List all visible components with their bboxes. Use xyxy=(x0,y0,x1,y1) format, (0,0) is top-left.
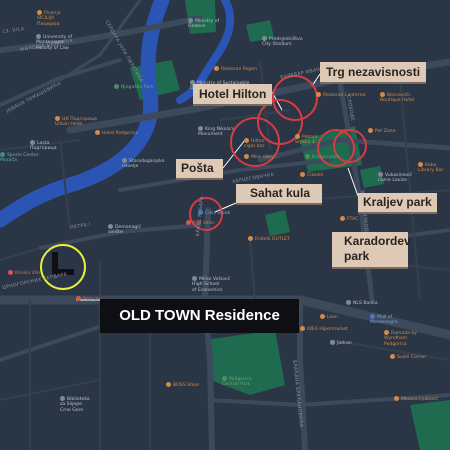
poi-label: Red con xyxy=(83,297,102,302)
poi-hotel-podgorica[interactable]: Hotel Podgorica xyxy=(95,130,138,136)
map-canvas[interactable]: 13. JULA МИЛОША ОБИЛИЋА ЈОВАНА ТОМАШЕВИЋ… xyxy=(0,0,450,450)
poi-kraljev-park[interactable]: Kraljev park xyxy=(305,154,340,160)
poi-restoran-pogon[interactable]: Restoran Pogon xyxy=(214,66,257,72)
poi-miss-ebby[interactable]: Miss ebby xyxy=(244,154,274,160)
poi-label: Predsjedništvo City Stadium xyxy=(262,37,303,48)
poi-citadel[interactable]: Citadel xyxy=(300,172,323,178)
poi-label: Sports Center Morača xyxy=(0,153,39,164)
poi-label: University of Montenegro Faculty of Law xyxy=(36,35,73,51)
poi-kaka-library[interactable]: Kaka Library Bar xyxy=(418,162,443,174)
poi-label: Restoran Pogon xyxy=(221,67,257,72)
poi-idea[interactable]: IDEA Hipermarket xyxy=(300,326,348,332)
callout-sahat-kula[interactable]: Sahat kula xyxy=(236,184,322,205)
poi-jadran[interactable]: Jadran xyxy=(330,340,352,346)
poi-label: Fratelli OUTLET xyxy=(255,237,290,242)
poi-boss-store[interactable]: BOSS Store xyxy=(166,382,199,388)
poi-label: Hotel Podgorica xyxy=(102,131,139,136)
poi-stara-varos[interactable]: Starodoganjsko naselje xyxy=(122,158,164,170)
poi-biblioteka[interactable]: Biblioteka za Slijepe Crne Gore xyxy=(60,396,90,413)
poi-pekara[interactable]: Pekara Srpska 4 xyxy=(295,134,318,146)
poi-cikis-steak[interactable]: Cikis Steak xyxy=(198,210,230,216)
poi-sicilija[interactable]: Picerija SICILIJA Пицерија xyxy=(37,10,61,27)
poi-nls-banka[interactable]: NLS Banka xyxy=(346,300,378,306)
poi-sports-center[interactable]: Sports Center Morača xyxy=(0,152,39,164)
minor-road xyxy=(249,239,256,301)
poi-label: Pod Velac xyxy=(193,221,216,226)
poi-presidency[interactable]: Predsjedništvo City Stadium xyxy=(262,36,303,48)
callout-trg-nezavisnosti[interactable]: Trg nezavisnosti xyxy=(320,62,426,84)
poi-label: ЦК Подгорица Urban Hotel xyxy=(55,117,97,128)
poi-lanterna[interactable]: Restoran Lanterna xyxy=(316,92,365,98)
poi-label: Pet Zone xyxy=(375,129,396,134)
poi-label: King Nikola's Monument xyxy=(198,127,235,138)
callout-kraljev-park[interactable]: Kraljev park xyxy=(358,193,437,214)
poi-podgorica-central[interactable]: Podgorica Central Park xyxy=(222,376,252,388)
poi-mirko[interactable]: Mirko Vešović High School of Economics xyxy=(192,276,230,293)
poi-label: FTAC xyxy=(347,217,359,222)
poi-kings-nikola[interactable]: King Nikola's Monument xyxy=(198,126,234,138)
poi-leon[interactable]: Leon xyxy=(320,314,338,320)
poi-label: Cikis Steak xyxy=(205,211,231,216)
callout-hotel-hilton[interactable]: Hotel Hilton xyxy=(193,84,272,106)
poi-lasta[interactable]: Lasta Подгорица xyxy=(30,140,57,152)
poi-demanagic[interactable]: Demanagić selište xyxy=(108,224,141,236)
residence-circle[interactable] xyxy=(40,244,86,290)
poi-label: NLS Banka xyxy=(353,301,378,306)
poi-label: Kraljev park xyxy=(312,155,340,160)
park-ljubovic xyxy=(265,210,290,236)
poi-ftac[interactable]: FTAC xyxy=(340,216,358,222)
poi-label: Njegošev Park xyxy=(121,85,154,90)
poi-klinika[interactable]: Klinika Vile xyxy=(8,270,40,276)
poi-boscovich[interactable]: Boscovich Boutique Hotel xyxy=(380,92,414,104)
poi-university[interactable]: University of Montenegro Faculty of Law xyxy=(36,34,72,51)
poi-label: Vukasinović razne Lavize xyxy=(378,173,413,184)
poi-label: Restoran Lanterna xyxy=(323,93,366,98)
poi-vukasin[interactable]: Vukasinović razne Lavize xyxy=(378,172,412,184)
residence-label[interactable]: OLD TOWN Residence xyxy=(100,299,299,333)
poi-red-con[interactable]: Red con xyxy=(76,296,101,302)
poi-label: Starodoganjsko naselje xyxy=(122,159,165,170)
poi-label: Mesara Ljubović xyxy=(401,397,439,402)
poi-pet-zone[interactable]: Pet Zone xyxy=(368,128,395,134)
poi-label: Leon xyxy=(327,315,339,320)
poi-ministry-finance[interactable]: Ministry of Finance xyxy=(188,18,219,30)
poi-sushi-corner[interactable]: Sushi Corner xyxy=(390,354,426,360)
poi-ramada-wyndham[interactable]: Ramada by Wyndham Podgorica xyxy=(384,330,417,347)
poi-label: Miss ebby xyxy=(251,155,274,160)
poi-label: Sushi Corner xyxy=(397,355,427,360)
poi-label: BOSS Store xyxy=(173,383,200,388)
park-south xyxy=(410,400,450,450)
poi-label: Klinika Vile xyxy=(15,271,41,276)
callout-karadordev-park[interactable]: Karadordev park xyxy=(332,232,411,269)
poi-fratelli[interactable]: Fratelli OUTLET xyxy=(248,236,290,242)
poi-pod-velac[interactable]: Pod Velac xyxy=(186,220,215,226)
poi-label: Boscovich Boutique Hotel xyxy=(380,93,415,104)
poi-label: IDEA Hipermarket xyxy=(307,327,348,332)
poi-label: Citadel xyxy=(307,173,324,178)
circle-trg xyxy=(272,75,318,121)
callout-posta[interactable]: Pošta xyxy=(176,159,223,180)
poi-ck-podgorica[interactable]: ЦК Подгорица Urban Hotel xyxy=(55,116,97,128)
poi-mesara[interactable]: Mesara Ljubović xyxy=(394,396,438,402)
poi-label: Jadran xyxy=(337,341,352,346)
minor-road xyxy=(0,247,41,261)
poi-label: Mirko Vešović High School of Economics xyxy=(192,277,231,293)
poi-hilton-cigar[interactable]: Hilton cigar bar xyxy=(244,138,265,150)
residence-shape xyxy=(52,252,74,275)
poi-label: Ramada by Wyndham Podgorica xyxy=(384,331,418,347)
poi-njegosev-park[interactable]: Njegošev Park xyxy=(114,84,154,90)
poi-mall-montenegro[interactable]: Mall of Montenegro xyxy=(370,314,398,326)
